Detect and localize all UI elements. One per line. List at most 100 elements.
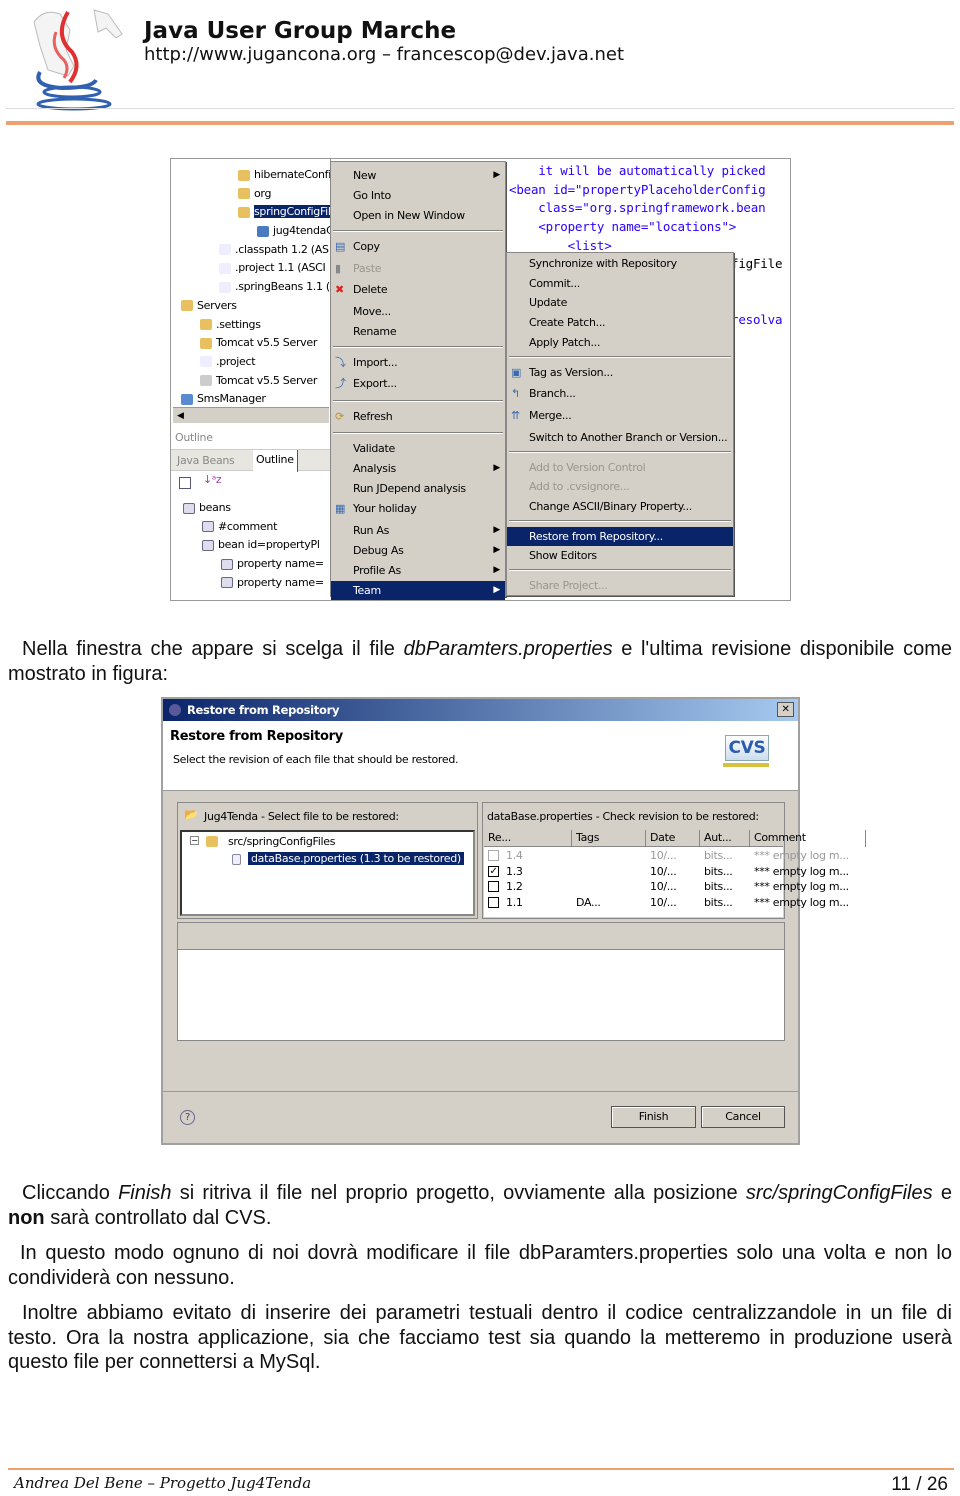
menu-item-update[interactable]: Update	[507, 293, 733, 312]
cell-date: 10/...	[650, 880, 677, 893]
menu-item-branch[interactable]: ↰ Branch...	[507, 384, 733, 403]
table-row[interactable]: 1.4 10/... bits... *** empty log m...	[484, 848, 849, 864]
eclipse-icon	[169, 704, 181, 716]
revision-checkbox[interactable]	[488, 881, 499, 892]
tree-item[interactable]: springConfigFile	[173, 203, 331, 222]
finish-button[interactable]: Finish	[611, 1106, 696, 1128]
menu-item-analysis[interactable]: Analysis ▶	[331, 459, 505, 478]
menu-item-new[interactable]: New ▶	[331, 166, 505, 185]
menu-item-profile-as[interactable]: Profile As ▶	[331, 561, 505, 580]
menu-item-apply-patch[interactable]: Apply Patch...	[507, 333, 733, 352]
menu-item-refresh[interactable]: ⟳ Refresh	[331, 407, 505, 426]
dialog-title-bar: Restore from Repository	[163, 699, 798, 721]
column-header[interactable]: Date	[646, 830, 700, 847]
tree-file-selected[interactable]: dataBase.properties (1.3 to be restored)	[248, 852, 464, 865]
tree-item-label: .classpath 1.2 (AS	[235, 242, 329, 256]
project-tree: hibernateConfig org springConfigFile jug4te…	[173, 166, 331, 409]
tree-item-label: .settings	[216, 317, 261, 331]
cancel-button[interactable]: Cancel	[701, 1106, 785, 1128]
column-header[interactable]: Tags	[572, 830, 646, 847]
help-icon[interactable]: ?	[180, 1110, 195, 1125]
tree-item-label: springConfigFile	[254, 205, 331, 219]
tree-item[interactable]: .classpath 1.2 (AS	[173, 241, 331, 260]
menu-item-move[interactable]: Move...	[331, 302, 505, 321]
menu-item-add-to-cvsignore[interactable]: Add to .cvsignore...	[507, 477, 733, 496]
menu-item-run-as[interactable]: Run As ▶	[331, 521, 505, 540]
close-button[interactable]: ✕	[777, 702, 794, 717]
menu-item-share-project[interactable]: Share Project...	[507, 576, 733, 595]
package-explorer: hibernateConfig org springConfigFile jug4te…	[171, 159, 331, 424]
table-row[interactable]: 1.1 DA... 10/... bits... *** empty log m...	[484, 895, 849, 911]
menu-item-team[interactable]: Team ▶	[331, 580, 505, 600]
menu-item-commit[interactable]: Commit...	[507, 274, 733, 293]
table-row[interactable]: 1.2 10/... bits... *** empty log m...	[484, 879, 849, 895]
folder-icon	[206, 836, 218, 847]
menu-item-debug-as[interactable]: Debug As ▶	[331, 541, 505, 560]
menu-item-open-in-new-window[interactable]: Open in New Window	[331, 206, 505, 225]
tree-item[interactable]: .project	[173, 353, 331, 372]
tree-item[interactable]: jug4tendaC	[173, 222, 331, 241]
tree-item[interactable]: property name=	[173, 555, 331, 574]
tree-folder[interactable]: src/springConfigFiles	[228, 835, 335, 848]
table-row[interactable]: ✓ 1.3 10/... bits... *** empty log m...	[484, 864, 849, 880]
tree-item[interactable]: beans	[173, 499, 331, 518]
cell-rev: 1.3	[506, 864, 523, 878]
folder-icon	[238, 206, 250, 218]
tree-item[interactable]: Tomcat v5.5 Server	[173, 334, 331, 353]
menu-separator	[509, 519, 731, 522]
column-header[interactable]: Aut...	[700, 830, 750, 847]
code-fragment: resolva	[731, 312, 783, 327]
menu-item-synchronize-with-repository[interactable]: Synchronize with Repository	[507, 254, 733, 273]
submenu-arrow-icon: ▶	[493, 564, 500, 575]
menu-item-show-editors[interactable]: Show Editors	[507, 546, 733, 565]
column-header[interactable]: Re...	[484, 830, 572, 847]
tree-item[interactable]: Tomcat v5.5 Server	[173, 372, 331, 391]
revision-table: Re... Tags Date Aut... Comment 1.4 10/... bits.…	[484, 830, 866, 917]
refresh-icon: ⟳	[335, 409, 344, 423]
horizontal-scrollbar[interactable]: ◀	[173, 407, 329, 423]
tab-outline[interactable]: Outline	[253, 450, 298, 472]
tree-item[interactable]: #comment	[173, 518, 331, 537]
tree-item[interactable]: bean id=propertyPl	[173, 536, 331, 555]
menu-item-import[interactable]: ⤵ Import...	[331, 353, 505, 372]
branch-icon: ↰	[511, 387, 520, 401]
collapse-all-icon[interactable]	[179, 477, 191, 489]
menu-item-paste[interactable]: ▮ Paste	[331, 259, 505, 278]
tree-item[interactable]: org	[173, 185, 331, 204]
tree-item[interactable]: .settings	[173, 316, 331, 335]
tab-java-beans[interactable]: Java Beans	[177, 454, 235, 467]
menu-item-run-jdepend-analysis[interactable]: Run JDepend analysis	[331, 479, 505, 498]
project-icon: 📂	[184, 808, 198, 821]
menu-item-merge[interactable]: ⇈ Merge...	[507, 406, 733, 425]
collapse-icon[interactable]: −	[190, 836, 199, 845]
tree-item[interactable]: .springBeans 1.1 (	[173, 278, 331, 297]
menu-item-go-into[interactable]: Go Into	[331, 186, 505, 205]
menu-item-add-to-version-control[interactable]: Add to Version Control	[507, 458, 733, 477]
tree-item[interactable]: .project 1.1 (ASCI	[173, 259, 331, 278]
tree-item[interactable]: hibernateConfig	[173, 166, 331, 185]
menu-item-switch-to-another-branch-or-version[interactable]: Switch to Another Branch or Version...	[507, 428, 733, 447]
menu-item-restore-from-repository[interactable]: Restore from Repository...	[507, 526, 733, 546]
menu-item-tag-as-version[interactable]: ▣ Tag as Version...	[507, 363, 733, 382]
menu-item-create-patch[interactable]: Create Patch...	[507, 313, 733, 332]
revision-checkbox[interactable]	[488, 850, 499, 861]
delete-icon: ✖	[335, 283, 344, 296]
menu-item-rename[interactable]: Rename	[331, 322, 505, 341]
menu-item-label: Profile As	[353, 563, 401, 577]
menu-item-delete[interactable]: ✖ Delete	[331, 280, 505, 299]
sort-icon[interactable]: ↓ᵃz	[203, 473, 222, 486]
menu-item-copy[interactable]: ▤ Copy	[331, 237, 505, 256]
tree-item[interactable]: property name=	[173, 574, 331, 593]
paragraph-3: In questo modo ognuno di noi dovrà modif…	[8, 1242, 952, 1289]
menu-item-change-ascii-binary-property[interactable]: Change ASCII/Binary Property...	[507, 497, 733, 516]
revision-checkbox[interactable]: ✓	[488, 865, 499, 877]
menu-item-your-holiday[interactable]: ▦ Your holiday	[331, 499, 505, 518]
tree-item-label: hibernateConfig	[254, 168, 331, 181]
tree-item[interactable]: Servers	[173, 297, 331, 316]
folder-icon	[238, 188, 250, 200]
scroll-left-icon[interactable]: ◀	[173, 411, 184, 421]
menu-item-validate[interactable]: Validate	[331, 439, 505, 458]
menu-item-export[interactable]: ⤴ Export...	[331, 374, 505, 393]
revision-checkbox[interactable]	[488, 896, 499, 908]
column-header[interactable]: Comment	[750, 830, 866, 847]
